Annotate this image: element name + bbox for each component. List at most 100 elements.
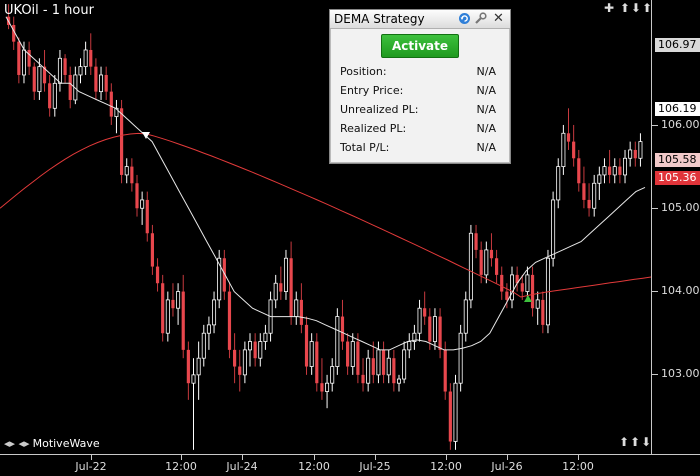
candle-bear (109, 91, 113, 117)
candle-bear (104, 74, 108, 92)
candle-bear (479, 249, 483, 275)
candle-bear (495, 258, 499, 275)
candle-bull (350, 341, 355, 367)
brand-name: MotiveWave (32, 437, 100, 450)
candle-bull (258, 341, 263, 359)
x-tick-label: Jul-22 (75, 460, 107, 473)
candle-bull (191, 374, 196, 384)
y-tick (652, 291, 658, 292)
candle-bull (386, 357, 391, 376)
close-icon[interactable]: ✕ (492, 12, 505, 25)
candle-bull (432, 316, 437, 342)
row-value: N/A (476, 122, 496, 135)
x-tick-label: Jul-24 (226, 460, 258, 473)
candle-bear (438, 316, 442, 350)
candle-bear (582, 183, 586, 200)
row-label: Position: (340, 65, 387, 78)
scroll-controls-top[interactable]: ✚ ⬆⬇⬆ (604, 1, 653, 15)
candle-bull (335, 316, 340, 367)
candle-bear (68, 74, 72, 100)
pan-arrows-icon[interactable]: ◂▸ ◂▸ (4, 437, 30, 450)
candle-bear (171, 299, 175, 309)
candle-bull (57, 57, 62, 84)
candle-bull (37, 66, 42, 93)
candle-bear (161, 283, 165, 334)
candle-bear (489, 249, 494, 259)
candle-bear (130, 166, 134, 184)
candle-bear (505, 291, 509, 300)
candle-bull (396, 378, 401, 384)
candle-bull (176, 291, 181, 309)
candle-bear (633, 149, 637, 159)
price-badge-last: 105.58 (655, 153, 700, 167)
candle-bull (468, 232, 473, 301)
candle-bull (628, 149, 633, 159)
activate-button[interactable]: Activate (381, 34, 459, 58)
candle-bear (577, 158, 581, 184)
candle-bear (346, 341, 350, 367)
candle-bear (443, 349, 447, 392)
y-tick-label: 106.00 (661, 118, 700, 131)
candle-bull (510, 274, 514, 301)
candle-bull (561, 132, 566, 168)
refresh-icon[interactable] (458, 12, 471, 25)
price-badge-current: 105.36 (655, 171, 700, 185)
x-tick-label: 12:00 (562, 460, 594, 473)
candle-bear (63, 58, 67, 75)
candle-bear (186, 349, 190, 384)
strategy-panel[interactable]: DEMA Strategy ✕ Activate Position: N/A E… (329, 9, 511, 164)
candle-bull (248, 341, 253, 351)
candle-bull (140, 199, 145, 209)
candle-bull (273, 282, 278, 301)
candle-bear (135, 183, 139, 209)
scroll-controls-bottom[interactable]: ⬆⬆⬇ (619, 435, 652, 449)
unrealized-pl-row: Unrealized PL: N/A (340, 103, 500, 119)
y-tick-label: 105.00 (661, 201, 700, 214)
brand-label: ◂▸ ◂▸ MotiveWave (4, 437, 100, 450)
candle-bear (320, 383, 324, 392)
candle-bear (289, 258, 293, 317)
candle-bear (566, 133, 571, 142)
time-axis[interactable]: Jul-22 12:00 Jul-24 12:00 Jul-25 12:00 J… (0, 454, 700, 476)
candle-bull (124, 166, 129, 176)
panel-title: DEMA Strategy (334, 12, 425, 26)
y-tick-label: 103.00 (661, 367, 700, 380)
candle-bear (145, 199, 149, 234)
x-tick-label: 12:00 (165, 460, 197, 473)
candle-bear (233, 349, 237, 367)
candle-bear (89, 49, 93, 67)
candle-bear (356, 341, 360, 375)
candle-bear (299, 299, 303, 325)
price-badge-fast-ma: 106.19 (655, 102, 700, 116)
candle-bull (52, 82, 57, 109)
candle-bear (119, 108, 124, 175)
candle-bear (474, 233, 478, 250)
row-value: N/A (476, 103, 496, 116)
candle-bear (155, 266, 160, 284)
price-plot[interactable] (0, 0, 651, 454)
x-tick-label: 12:00 (298, 460, 330, 473)
candle-bear (423, 308, 427, 317)
candle-bear (238, 366, 242, 375)
wrench-icon[interactable] (474, 12, 487, 25)
candle-bull (21, 49, 26, 76)
candle-bear (253, 341, 257, 359)
candle-bear (32, 66, 36, 92)
chart-window: UKOil - 1 hour ✚ ⬆⬇⬆ ⬆⬆⬇ ◂▸ ◂▸ MotiveWave… (0, 0, 700, 476)
candle-bear (541, 299, 545, 325)
y-tick (652, 208, 658, 209)
candle-bear (371, 358, 375, 375)
y-tick-label: 104.00 (661, 284, 700, 297)
row-label: Unrealized PL: (340, 103, 419, 116)
row-label: Entry Price: (340, 84, 404, 97)
candle-bull (612, 166, 617, 176)
panel-header[interactable]: DEMA Strategy ✕ (330, 10, 510, 29)
candle-bull (325, 382, 330, 392)
candle-bear (448, 391, 452, 442)
price-axis[interactable]: 106.00 105.00 104.00 103.00 106.97 106.1… (651, 0, 700, 454)
candle-bull (294, 299, 299, 317)
x-tick-label: Jul-25 (359, 460, 391, 473)
x-tick-label: Jul-26 (491, 460, 523, 473)
candle-bull (212, 299, 217, 326)
candle-bear (17, 41, 21, 75)
